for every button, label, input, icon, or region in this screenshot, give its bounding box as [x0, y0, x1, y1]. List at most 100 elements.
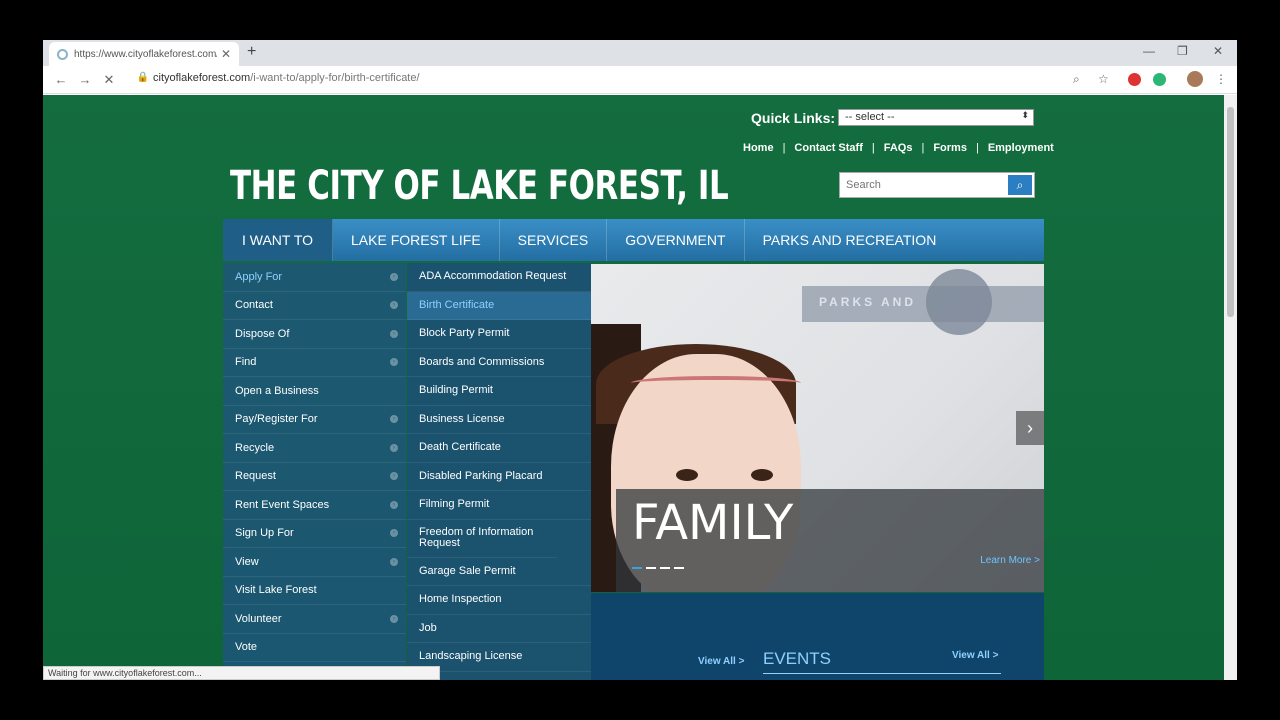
lock-icon[interactable]: 🔒 [131, 72, 155, 83]
nav-lake-forest-life[interactable]: LAKE FOREST LIFE [333, 219, 500, 261]
menu-item-view[interactable]: View › [223, 548, 406, 577]
menu-item-visit-lake-forest[interactable]: Visit Lake Forest [223, 577, 406, 605]
menu-item-label: Rent Event Spaces [235, 498, 330, 511]
menu-item-open-a-business[interactable]: Open a Business [223, 377, 406, 406]
profile-avatar[interactable] [1187, 71, 1203, 87]
menu-item-dispose-of[interactable]: Dispose Of › [223, 320, 406, 349]
scroll-thumb[interactable] [1227, 107, 1234, 317]
slide-dot[interactable] [674, 567, 684, 569]
slide-caption: FAMILY Learn More > [616, 489, 1044, 592]
menu-item-request[interactable]: Request › [223, 463, 406, 491]
search-icon[interactable]: ⌕ [1008, 175, 1032, 195]
submenu-item-boards-and-commissions[interactable]: Boards and Commissions [407, 349, 591, 377]
next-slide-arrow-icon[interactable]: › [1016, 411, 1044, 445]
url-host: cityoflakeforest.com [153, 72, 251, 84]
slide-dot[interactable] [646, 567, 656, 569]
browser-window: https://www.cityoflakeforest.com/i-want-… [43, 40, 1237, 680]
nav-services[interactable]: SERVICES [500, 219, 608, 261]
submenu-item-freedom-of-information-request[interactable]: Freedom of Information Request [407, 520, 557, 558]
nav-i-want-to[interactable]: I WANT TO [223, 219, 333, 261]
menu-item-find[interactable]: Find › [223, 349, 406, 377]
menu-item-label: Find [235, 356, 257, 369]
menu-kebab-icon[interactable]: ⋮ [1215, 72, 1227, 86]
submenu-item-ada-accommodation-request[interactable]: ADA Accommodation Request [407, 263, 591, 292]
menu-item-label: Dispose Of [235, 327, 290, 340]
menu-item-contact[interactable]: Contact › [223, 292, 406, 320]
link-faqs[interactable]: FAQs [884, 142, 913, 154]
bookmark-star-icon[interactable]: ☆ [1098, 72, 1109, 86]
close-window-icon[interactable]: ✕ [1213, 44, 1223, 58]
quick-links-select[interactable]: -- select -- ⬍ [838, 109, 1034, 126]
web-page: Quick Links: -- select -- ⬍ Home | Contac… [43, 95, 1224, 680]
menu-item-pay-register-for[interactable]: Pay/Register For › [223, 406, 406, 434]
tab-strip: https://www.cityoflakeforest.com/i-want-… [43, 40, 1237, 66]
submenu-item-home-inspection[interactable]: Home Inspection [407, 586, 591, 615]
search-box: ⌕ [839, 172, 1035, 198]
utility-links: Home | Contact Staff | FAQs | Forms | Employ… [743, 142, 1054, 154]
menu-item-label: Vote [235, 641, 258, 654]
view-all-news-link[interactable]: View All > [698, 656, 744, 667]
quick-links-value: -- select -- [845, 111, 895, 123]
dropdown-level2: ADA Accommodation Request Birth Certific… [407, 263, 591, 680]
extension-icon[interactable] [1128, 73, 1141, 86]
restore-icon[interactable]: ❐ [1177, 44, 1188, 58]
menu-item-apply-for[interactable]: Apply For › [223, 263, 406, 292]
submenu-item-filming-permit[interactable]: Filming Permit [407, 491, 591, 520]
select-arrows-icon: ⬍ [1021, 110, 1029, 120]
grammarly-icon[interactable] [1153, 73, 1166, 86]
link-contact-staff[interactable]: Contact Staff [794, 142, 862, 154]
chevron-right-icon: › [390, 557, 398, 566]
chevron-right-icon: › [390, 614, 398, 623]
close-tab-icon[interactable]: ✕ [221, 47, 231, 61]
link-forms[interactable]: Forms [933, 142, 967, 154]
submenu-item-building-permit[interactable]: Building Permit [407, 377, 591, 406]
menu-item-label: Apply For [235, 270, 283, 283]
minimize-icon[interactable]: — [1143, 44, 1155, 58]
chevron-right-icon: › [390, 472, 398, 481]
main-navigation: I WANT TO LAKE FOREST LIFE SERVICES GOVE… [223, 219, 1044, 261]
submenu-item-birth-certificate[interactable]: Birth Certificate [407, 291, 591, 320]
menu-item-rent-event-spaces[interactable]: Rent Event Spaces › [223, 491, 406, 520]
city-seal-image [926, 269, 992, 335]
stop-loading-icon[interactable]: ✕ [97, 72, 121, 88]
menu-item-sign-up-for[interactable]: Sign Up For › [223, 520, 406, 548]
submenu-item-business-license[interactable]: Business License [407, 406, 591, 434]
nav-government[interactable]: GOVERNMENT [607, 219, 745, 261]
submenu-item-garage-sale-permit[interactable]: Garage Sale Permit [407, 558, 591, 586]
menu-item-recycle[interactable]: Recycle › [223, 434, 406, 463]
menu-item-vote[interactable]: Vote [223, 634, 406, 662]
banner-text: PARKS AND [819, 295, 917, 309]
forward-icon[interactable]: → [73, 72, 97, 87]
submenu-item-block-party-permit[interactable]: Block Party Permit [407, 320, 591, 349]
menu-item-label: View [235, 555, 259, 568]
quick-links-label: Quick Links: [751, 110, 836, 126]
menu-item-volunteer[interactable]: Volunteer › [223, 605, 406, 634]
link-home[interactable]: Home [743, 142, 774, 154]
status-bar: Waiting for www.cityoflakeforest.com... [43, 666, 440, 680]
menu-item-label: Pay/Register For [235, 413, 318, 426]
submenu-item-disabled-parking-placard[interactable]: Disabled Parking Placard [407, 463, 591, 491]
events-heading: EVENTS [763, 649, 832, 668]
menu-item-label: Request [235, 470, 276, 483]
link-employment[interactable]: Employment [988, 142, 1054, 154]
nav-parks-and-recreation[interactable]: PARKS AND RECREATION [745, 219, 955, 261]
browser-tab[interactable]: https://www.cityoflakeforest.com/i-want-… [49, 42, 239, 66]
back-icon[interactable]: ← [49, 72, 73, 87]
submenu-item-job[interactable]: Job [407, 615, 591, 643]
slide-dot[interactable] [660, 567, 670, 569]
search-input[interactable] [840, 173, 1000, 197]
photo-headband [631, 376, 801, 390]
site-title[interactable]: THE CITY OF LAKE FOREST, IL [230, 163, 729, 209]
zoom-icon[interactable]: ⌕ [1073, 72, 1080, 87]
submenu-item-death-certificate[interactable]: Death Certificate [407, 434, 591, 463]
slide-indicators [632, 567, 684, 569]
learn-more-link[interactable]: Learn More > [980, 555, 1040, 566]
url-path: /i-want-to/apply-for/birth-certificate/ [250, 72, 420, 84]
page-scrollbar[interactable] [1224, 95, 1237, 680]
address-bar[interactable]: cityoflakeforest.com/i-want-to/apply-for… [153, 72, 420, 84]
view-all-events-link[interactable]: View All > [952, 650, 998, 661]
menu-item-label: Open a Business [235, 384, 319, 397]
events-divider [763, 673, 1001, 674]
new-tab-icon[interactable]: + [247, 43, 256, 61]
slide-dot[interactable] [632, 567, 642, 569]
